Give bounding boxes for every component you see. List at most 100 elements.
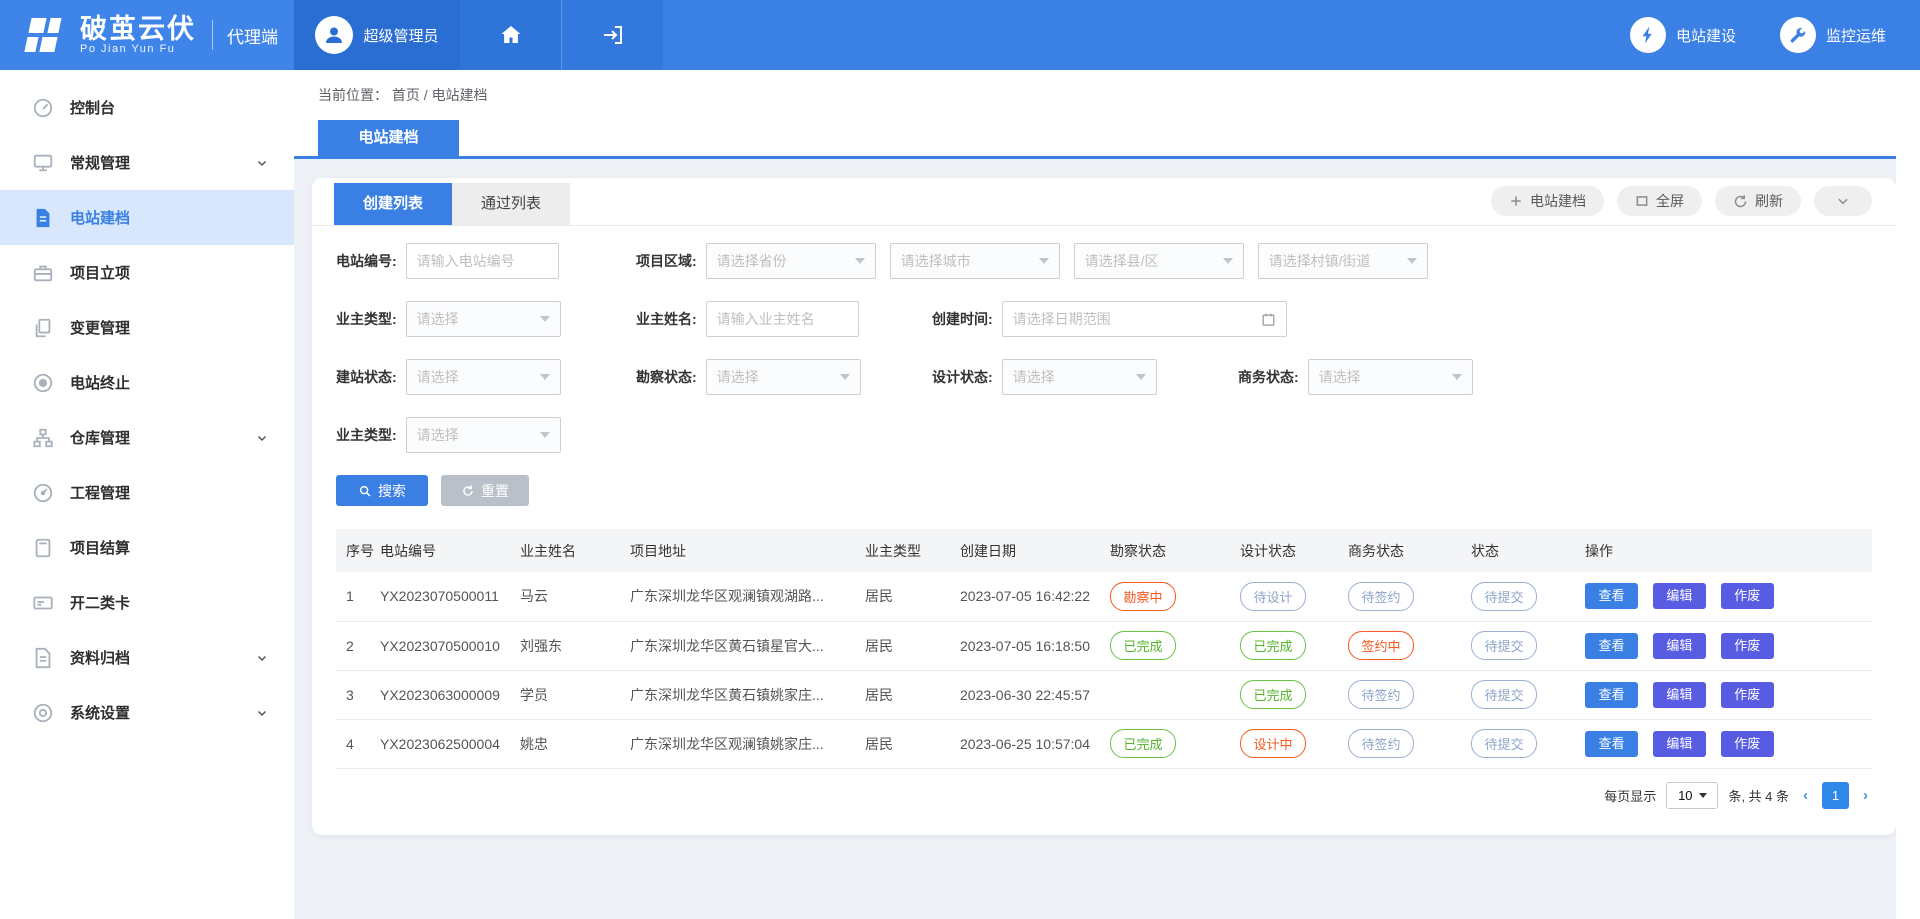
scrollbar[interactable] (1896, 70, 1920, 919)
sidebar-item-change-mgmt[interactable]: 变更管理 (0, 300, 294, 355)
sidebar-item-open-type2-card[interactable]: 开二类卡 (0, 575, 294, 630)
content-area: 创建列表 通过列表 电站建档 (294, 159, 1920, 835)
view-button[interactable]: 查看 (1585, 633, 1638, 659)
select-placeholder: 请选择省份 (717, 251, 787, 271)
business-status-select[interactable]: 请选择 (1308, 359, 1473, 395)
main-content: 当前位置： 首页 / 电站建档 电站建档 创建列表 通过列表 (294, 70, 1920, 919)
refresh-button[interactable]: 刷新 (1715, 186, 1801, 216)
sidebar-item-project-settlement[interactable]: 项目结算 (0, 520, 294, 575)
page-number-1[interactable]: 1 (1822, 782, 1849, 809)
nav-monitor-ops[interactable]: 监控运维 (1780, 17, 1886, 53)
reset-icon (461, 484, 475, 498)
nav-label: 监控运维 (1826, 25, 1886, 46)
col-header-design: 设计状态 (1234, 529, 1342, 572)
user-menu[interactable]: 超级管理员 (294, 0, 460, 70)
county-select[interactable]: 请选择县/区 (1074, 243, 1244, 279)
sidebar-item-general-mgmt[interactable]: 常规管理 (0, 135, 294, 190)
edit-button[interactable]: 编辑 (1653, 682, 1706, 708)
page-tab-station-filing[interactable]: 电站建档 (318, 120, 459, 156)
void-button[interactable]: 作废 (1721, 633, 1774, 659)
nav-station-build[interactable]: 电站建设 (1630, 17, 1736, 53)
view-button[interactable]: 查看 (1585, 682, 1638, 708)
caret-down-icon (1407, 258, 1417, 264)
province-select[interactable]: 请选择省份 (706, 243, 876, 279)
station-no-input[interactable] (406, 243, 559, 279)
cell-created: 2023-06-25 10:57:04 (954, 719, 1104, 768)
home-button[interactable] (460, 0, 562, 70)
void-button[interactable]: 作废 (1721, 682, 1774, 708)
sidebar-item-project-initiation[interactable]: 项目立项 (0, 245, 294, 300)
view-button[interactable]: 查看 (1585, 731, 1638, 757)
edit-button[interactable]: 编辑 (1653, 731, 1706, 757)
status-badge: 待提交 (1471, 582, 1537, 611)
fullscreen-button[interactable]: 全屏 (1617, 186, 1702, 216)
button-label: 搜索 (378, 481, 406, 501)
reset-button[interactable]: 重置 (441, 475, 529, 506)
per-page-label: 每页显示 (1604, 786, 1656, 805)
chevron-down-icon (256, 652, 268, 664)
sidebar-item-console[interactable]: 控制台 (0, 80, 294, 135)
chevron-down-icon (1836, 194, 1850, 208)
sidebar-item-warehouse-mgmt[interactable]: 仓库管理 (0, 410, 294, 465)
breadcrumb-separator: / (424, 87, 432, 103)
header-spacer (663, 0, 1630, 70)
date-range-input[interactable]: 请选择日期范围 (1002, 301, 1287, 337)
button-label: 全屏 (1656, 191, 1684, 211)
sidebar-item-engineering-mgmt[interactable]: 工程管理 (0, 465, 294, 520)
caret-down-icon (1452, 374, 1462, 380)
document-icon (32, 207, 54, 229)
next-page-button[interactable]: › (1859, 787, 1872, 804)
cell-address: 广东深圳龙华区观澜镇观湖路... (624, 572, 859, 621)
survey-status-select[interactable]: 请选择 (706, 359, 861, 395)
cell-address: 广东深圳龙华区黄石镇星官大... (624, 621, 859, 670)
void-button[interactable]: 作废 (1721, 583, 1774, 609)
sidebar-item-data-archive[interactable]: 资料归档 (0, 630, 294, 685)
tab-create-list[interactable]: 创建列表 (334, 183, 452, 225)
per-page-select[interactable]: 10 (1666, 782, 1718, 809)
lightning-icon (1630, 17, 1666, 53)
search-button[interactable]: 搜索 (336, 475, 428, 506)
table-row: 1 YX2023070500011 马云 广东深圳龙华区观澜镇观湖路... 居民… (336, 572, 1872, 621)
owner-type2-select[interactable]: 请选择 (406, 417, 561, 453)
date-placeholder: 请选择日期范围 (1013, 309, 1111, 329)
edit-button[interactable]: 编辑 (1653, 583, 1706, 609)
sidebar-item-station-filing[interactable]: 电站建档 (0, 190, 294, 245)
select-placeholder: 请选择 (417, 367, 459, 387)
owner-type-select[interactable]: 请选择 (406, 301, 561, 337)
settings-icon (32, 702, 54, 724)
edit-button[interactable]: 编辑 (1653, 633, 1706, 659)
select-placeholder: 请选择 (1013, 367, 1055, 387)
caret-down-icon (1223, 258, 1233, 264)
filter-label: 勘察状态: (636, 367, 697, 387)
status-badge: 待签约 (1348, 680, 1414, 709)
button-label: 刷新 (1755, 191, 1783, 211)
sitemap-icon (32, 427, 54, 449)
dashboard-icon (32, 97, 54, 119)
owner-name-input[interactable] (706, 301, 859, 337)
sidebar-item-station-termination[interactable]: 电站终止 (0, 355, 294, 410)
sidebar-item-system-settings[interactable]: 系统设置 (0, 685, 294, 740)
col-header-survey: 勘察状态 (1104, 529, 1234, 572)
filter-label: 电站编号: (336, 251, 397, 271)
void-button[interactable]: 作废 (1721, 731, 1774, 757)
chevron-down-icon (256, 432, 268, 444)
per-page-value: 10 (1678, 788, 1692, 803)
logo-icon (24, 16, 70, 54)
prev-page-button[interactable]: ‹ (1799, 787, 1812, 804)
caret-down-icon (1136, 374, 1146, 380)
view-button[interactable]: 查看 (1585, 583, 1638, 609)
logout-button[interactable] (562, 0, 663, 70)
sidebar: 控制台 常规管理 电站建档 (0, 70, 294, 919)
archive-icon (32, 647, 54, 669)
collapse-button[interactable] (1814, 186, 1872, 216)
create-station-button[interactable]: 电站建档 (1491, 186, 1604, 216)
breadcrumb-home-link[interactable]: 首页 (392, 87, 420, 103)
build-status-select[interactable]: 请选择 (406, 359, 561, 395)
city-select[interactable]: 请选择城市 (890, 243, 1060, 279)
col-header-status: 状态 (1465, 529, 1579, 572)
tab-passed-list[interactable]: 通过列表 (452, 183, 570, 225)
status-badge: 待提交 (1471, 631, 1537, 660)
town-select[interactable]: 请选择村镇/街道 (1258, 243, 1428, 279)
col-header-created: 创建日期 (954, 529, 1104, 572)
design-status-select[interactable]: 请选择 (1002, 359, 1157, 395)
